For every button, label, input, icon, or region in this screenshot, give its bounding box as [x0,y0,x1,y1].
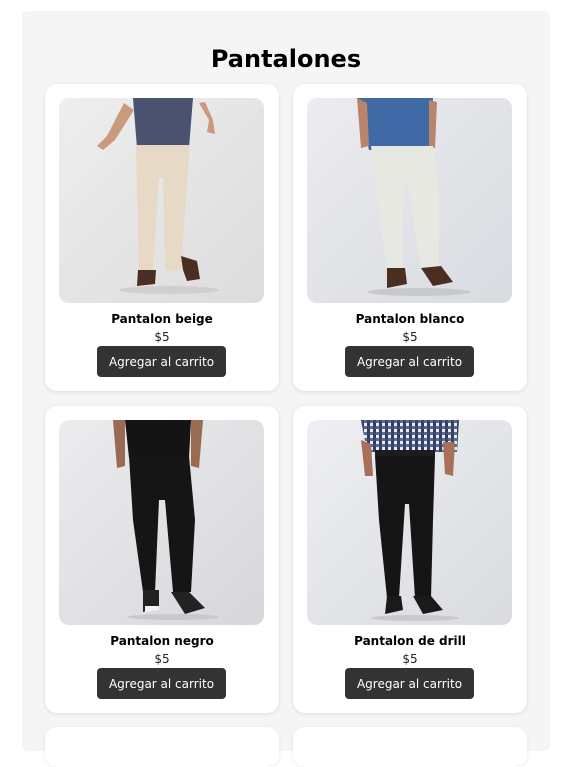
add-to-cart-button[interactable]: Agregar al carrito [345,668,474,699]
product-card [45,727,279,767]
product-card [293,727,527,767]
product-price: $5 [154,330,170,344]
page-title: Pantalones [210,45,362,73]
product-name: Pantalon beige [111,312,213,326]
add-to-cart-button[interactable]: Agregar al carrito [97,668,226,699]
product-price: $5 [154,652,170,666]
add-to-cart-button[interactable]: Agregar al carrito [345,346,474,377]
product-card: Pantalon beige $5 Agregar al carrito [45,84,279,391]
product-image [307,98,512,303]
catalog-section: Pantalones Pantalon beige $5 Agregar al … [22,11,550,767]
add-to-cart-button[interactable]: Agregar al carrito [97,346,226,377]
product-price: $5 [402,652,418,666]
product-name: Pantalon de drill [354,634,466,648]
product-name: Pantalon blanco [355,312,465,326]
product-image [59,98,264,303]
product-price: $5 [402,330,418,344]
product-name: Pantalon negro [110,634,214,648]
product-image [59,420,264,625]
product-card: Pantalon de drill $5 Agregar al carrito [293,406,527,713]
product-card: Pantalon negro $5 Agregar al carrito [45,406,279,713]
product-card: Pantalon blanco $5 Agregar al carrito [293,84,527,391]
product-image [307,420,512,625]
